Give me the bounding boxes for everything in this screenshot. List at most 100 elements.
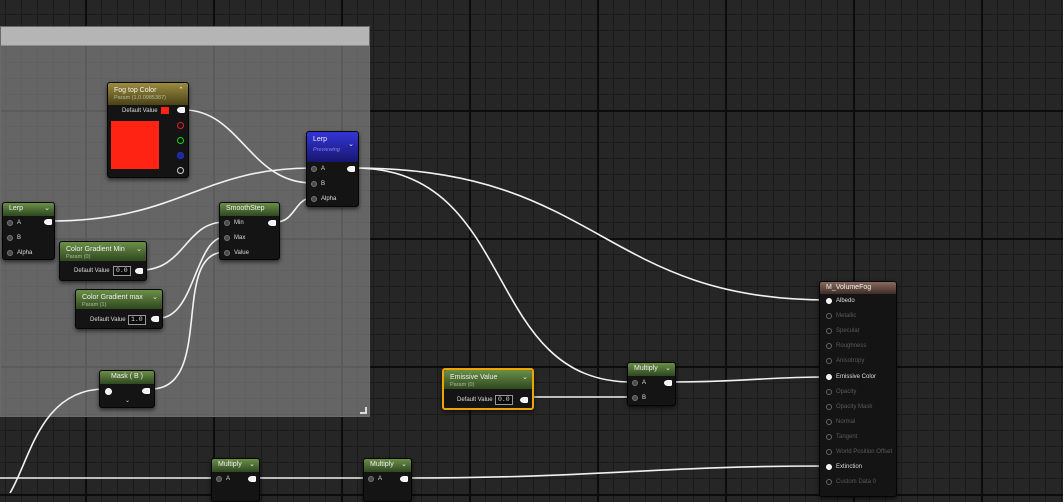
pin-label-custom-data-0: Custom Data 0 [836,479,877,485]
input-pin-custom-data-0[interactable] [826,479,832,485]
mask-node[interactable]: Mask ( B ) ⌄ [99,370,155,408]
node-header[interactable]: SmoothStep [220,203,279,216]
default-value-field[interactable]: 1.0 [128,315,146,325]
default-value-field[interactable]: 0.0 [113,266,131,276]
pin-label-opacity-mask: Opacity Mask [836,404,873,410]
node-header[interactable]: Mask ( B ) [100,371,154,384]
material-result-node[interactable]: M_VolumeFog Albedo Metallic Specular Rou… [819,281,897,497]
input-pin-opacity[interactable] [826,389,832,395]
wire-lerp-to-multiply-a [353,167,633,383]
input-pin-min[interactable] [224,220,230,226]
input-pin-alpha[interactable] [7,250,13,256]
pin-label-world-position-offset: World Position Offset [836,449,893,455]
pin-label-extinction: Extinction [836,464,863,470]
input-pin-value[interactable] [224,250,230,256]
input-pin-a[interactable] [311,166,317,172]
input-pin-b[interactable] [7,235,13,241]
output-pin[interactable] [520,397,528,403]
output-pin[interactable] [135,268,143,274]
input-pin-a[interactable] [7,220,13,226]
input-pin-emissive-color[interactable] [826,374,832,380]
chevron-down-icon[interactable]: ⌄ [125,397,130,404]
node-subtitle: Param (0) [66,254,91,260]
node-header[interactable]: Multiply ⌄ [212,459,259,472]
color-gradient-max-node[interactable]: Color Gradient max Param (1) ⌄ Default V… [75,289,163,329]
chevron-down-icon[interactable]: ⌄ [401,460,407,468]
chevron-down-icon[interactable]: ⌄ [665,364,671,372]
node-header[interactable]: Fog top Color Param (1,0.0985387) ⌃ [108,83,188,105]
pin-label-opacity: Opacity [836,389,857,395]
input-pin-opacity-mask[interactable] [826,404,832,410]
multiply-right-node[interactable]: Multiply ⌄ A B [627,362,676,406]
output-pin[interactable] [142,388,150,394]
pin-label-a: A [226,476,231,482]
chevron-down-icon[interactable]: ⌄ [152,293,158,301]
node-header[interactable]: Lerp Previewing ⌄ [307,132,358,162]
chevron-down-icon[interactable]: ⌄ [136,245,142,253]
alpha-output-pin[interactable] [177,167,184,174]
node-header[interactable]: Color Gradient Min Param (0) ⌄ [60,242,146,261]
node-subtitle: Param (1) [82,302,107,308]
smoothstep-node[interactable]: SmoothStep Min Max Value [219,202,280,260]
blue-output-pin[interactable] [177,152,184,159]
node-header[interactable]: Color Gradient max Param (1) ⌄ [76,290,162,309]
wire-gradmax-to-smoothstep-max [158,236,226,319]
output-pin[interactable] [44,219,52,225]
lerp-left-node[interactable]: Lerp ⌄ A B Alpha [2,202,55,260]
rgba-output-pin[interactable] [177,107,185,113]
color-swatch-small[interactable] [161,107,169,114]
node-subtitle: Param (1,0.0985387) [114,95,166,101]
input-pin-tangent[interactable] [826,434,832,440]
chevron-down-icon[interactable]: ⌄ [522,373,528,381]
pin-label-value: Value [234,250,249,256]
input-pin-b[interactable] [632,395,638,401]
output-pin[interactable] [248,476,256,482]
input-pin-extinction[interactable] [826,464,832,470]
input-pin-a[interactable] [632,380,638,386]
chevron-down-icon[interactable]: ⌄ [44,204,50,212]
output-pin[interactable] [664,380,672,386]
input-pin-roughness[interactable] [826,343,832,349]
node-header[interactable]: Multiply ⌄ [628,363,675,376]
chevron-down-icon[interactable]: ⌄ [348,140,354,148]
output-pin[interactable] [347,166,355,172]
emissive-value-node[interactable]: Emissive Value Param (0) ⌄ Default Value… [442,368,534,410]
node-header[interactable]: M_VolumeFog [820,282,896,294]
input-pin-a[interactable] [216,476,222,482]
node-title: M_VolumeFog [826,284,872,291]
node-header[interactable]: Multiply ⌄ [364,459,411,472]
input-pin-normal[interactable] [826,419,832,425]
color-gradient-min-node[interactable]: Color Gradient Min Param (0) ⌄ Default V… [59,241,147,281]
output-pin[interactable] [400,476,408,482]
pin-label-b: B [642,395,647,401]
input-pin-specular[interactable] [826,328,832,334]
node-title: Mask ( B ) [111,373,143,380]
input-pin-a[interactable] [368,476,374,482]
wire-bottom-to-extinction [406,465,829,479]
input-pin-b[interactable] [311,181,317,187]
lerp-main-node[interactable]: Lerp Previewing ⌄ A B Alpha [306,131,359,207]
input-pin-anisotropy[interactable] [826,358,832,364]
pin-label-min: Min [234,220,244,226]
input-pin-world-position-offset[interactable] [826,449,832,455]
fog-top-color-node[interactable]: Fog top Color Param (1,0.0985387) ⌃ Defa… [107,82,189,178]
node-header[interactable]: Lerp ⌄ [3,203,54,216]
pin-label-metallic: Metallic [836,313,857,319]
multiply-bottom-node-1[interactable]: Multiply ⌄ A [211,458,260,502]
chevron-down-icon[interactable]: ⌄ [249,460,255,468]
green-output-pin[interactable] [177,137,184,144]
node-header[interactable]: Emissive Value Param (0) ⌄ [444,370,532,389]
input-pin-metallic[interactable] [826,313,832,319]
input-pin[interactable] [105,388,112,395]
input-pin-albedo[interactable] [826,298,832,304]
red-output-pin[interactable] [177,122,184,129]
default-value-field[interactable]: 0.0 [495,395,513,405]
input-pin-alpha[interactable] [311,196,317,202]
pin-label-anisotropy: Anisotropy [836,358,865,364]
multiply-bottom-node-2[interactable]: Multiply ⌄ A [363,458,412,502]
output-pin[interactable] [268,220,276,226]
chevron-up-icon[interactable]: ⌃ [178,86,184,94]
input-pin-max[interactable] [224,235,230,241]
color-preview [111,121,159,169]
output-pin[interactable] [151,316,159,322]
